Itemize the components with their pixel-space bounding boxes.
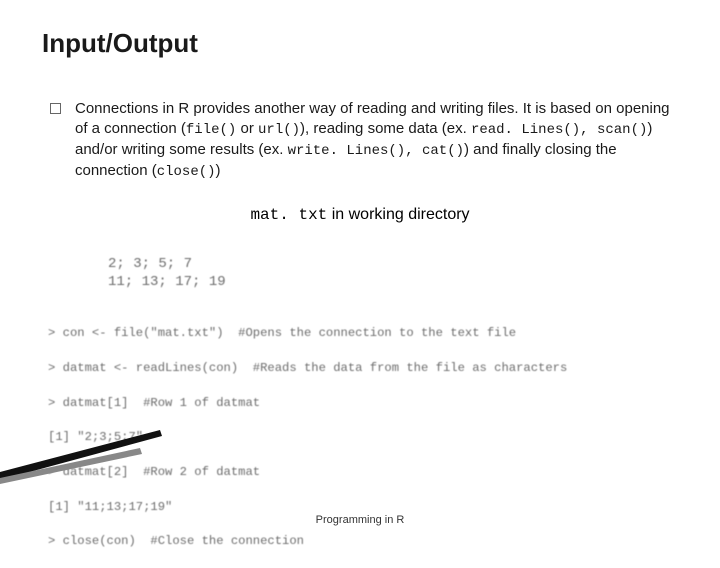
caption: mat. txt in working directory (42, 206, 678, 224)
code-line-3: > datmat[1] #Row 1 of datmat (48, 395, 567, 412)
code-file: file() (186, 122, 236, 138)
code-write: write. Lines(), cat() (288, 143, 464, 159)
slide-title: Input/Output (42, 28, 678, 59)
code-line-2: > datmat <- readLines(con) #Reads the da… (48, 360, 567, 377)
mat-file-contents: 2; 3; 5; 7 11; 13; 17; 19 (108, 256, 226, 291)
code-line-7: > close(con) #Close the connection (48, 533, 567, 550)
footer-text: Programming in R (0, 514, 720, 526)
para-text-3: ), reading some data (ex. (300, 120, 471, 137)
para-text-6: ) (216, 162, 221, 179)
mat-line-2: 11; 13; 17; 19 (108, 274, 226, 292)
code-url: url() (258, 122, 300, 138)
bullet-item: Connections in R provides another way of… (50, 99, 678, 182)
caption-text: in working directory (327, 206, 469, 223)
caption-filename: mat. txt (250, 206, 327, 224)
code-read: read. Lines(), scan() (471, 122, 647, 138)
r-console-code: > con <- file("mat.txt") #Opens the conn… (48, 308, 567, 568)
para-text-2: or (236, 120, 258, 137)
code-line-1: > con <- file("mat.txt") #Opens the conn… (48, 325, 567, 342)
body-paragraph: Connections in R provides another way of… (75, 99, 678, 182)
code-close: close() (157, 164, 216, 180)
code-line-5: > datmat[2] #Row 2 of datmat (48, 464, 567, 481)
mat-line-1: 2; 3; 5; 7 (108, 256, 226, 274)
slide: Input/Output Connections in R provides a… (0, 0, 720, 224)
bullet-icon (50, 103, 61, 114)
code-line-4: [1] "2;3;5;7" (48, 429, 567, 446)
